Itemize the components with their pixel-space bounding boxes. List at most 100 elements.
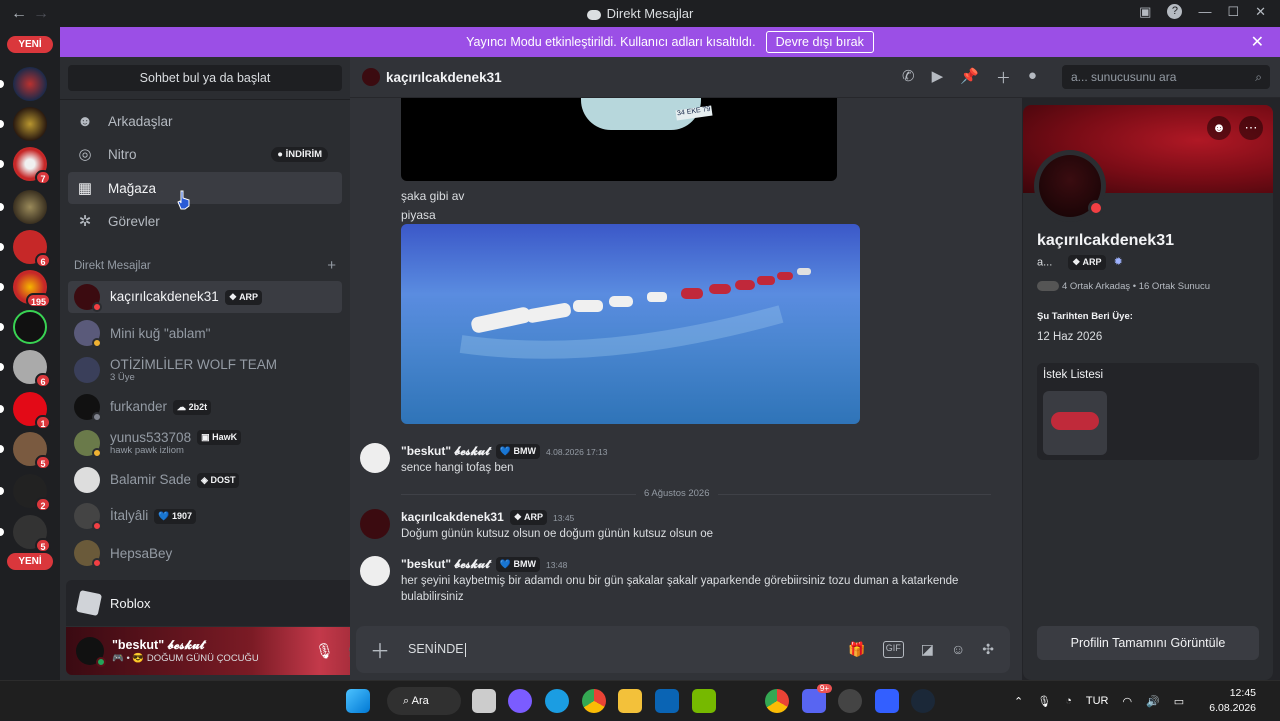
message-author[interactable]: kaçırılcakdenek31 [401,510,504,524]
dm-item[interactable]: İtalyâli 💙 1907 [68,500,342,532]
composer-text[interactable]: SENİNDE [408,642,464,656]
clock[interactable]: 12:45 6.08.2026 [1209,686,1256,716]
sticker-icon[interactable]: ◪ [921,641,934,658]
message-author[interactable]: "beskut" 𝓫𝓮𝓼𝓴𝓾𝓽 [401,557,490,571]
attachment-image[interactable] [401,224,860,424]
chrome-icon[interactable] [582,689,606,713]
start-icon[interactable] [346,689,370,713]
server-icon[interactable]: 5 [0,515,51,553]
date-divider-text: 6 Ağustos 2026 [636,488,718,499]
inbox-icon[interactable]: ▣ [1139,4,1151,20]
server-icon[interactable]: 6 [0,230,51,268]
cars-on-water-picture [459,268,811,359]
server-icon[interactable] [0,67,47,101]
server-icon[interactable]: 1 [0,392,51,430]
server-icon[interactable] [0,310,47,344]
mail-icon[interactable] [655,689,679,713]
dm-item[interactable]: yunus533708 ▣ HawK hawk pawk izliom [68,427,342,459]
activity-name: Roblox [110,595,151,611]
guild-tag: ☁ 2b2t [173,399,212,415]
close-window-icon[interactable]: ✕ [1255,4,1266,20]
wishlist-item[interactable] [1043,391,1107,455]
microphone-icon[interactable]: 🎙 [315,642,334,660]
dm-item[interactable]: HepsaBey [68,537,342,569]
server-icon[interactable]: 195 [0,270,51,308]
server-icon[interactable] [0,107,47,141]
edge-icon[interactable] [545,689,569,713]
nvidia-icon[interactable] [692,689,716,713]
header-avatar [362,68,380,86]
add-friends-to-dm-icon[interactable]: ＋ [996,67,1011,88]
steam-icon[interactable] [911,689,935,713]
dm-item[interactable]: furkander ☁ 2b2t [68,391,342,423]
task-view-icon[interactable] [472,689,496,713]
dm-item[interactable]: Mini kuğ "ablam" [68,317,342,349]
nav-friends[interactable]: ☻ Arkadaşlar [68,105,342,137]
emoji-icon[interactable]: ☺ [951,641,965,658]
user-avatar[interactable] [76,637,106,667]
dm-name: İtalyâli [110,508,149,524]
dm-name: yunus533708 [110,429,192,445]
mic-tray-icon[interactable]: 🎙 [1037,695,1051,708]
roblox-taskbar-icon[interactable] [875,689,899,713]
nav-shop[interactable]: ▦ Mağaza [68,172,342,204]
language-indicator[interactable]: TUR [1086,695,1109,707]
message: kaçırılcakdenek31 ❖ ARP 13:45 Doğum günün … [360,509,1010,545]
message-author[interactable]: "beskut" 𝓫𝓮𝓼𝓴𝓾𝓽 [401,444,490,458]
message-composer[interactable]: ＋ SENİNDE 🎁 GIF ◪ ☺ ✣ [356,626,1010,673]
server-icon[interactable] [0,190,47,224]
add-friend-icon[interactable]: ☻ [1207,116,1231,140]
chevron-up-icon[interactable]: ⌃ [1014,695,1023,708]
guild-tag-text: 2b2t [188,401,208,412]
discord-badge: 9+ [816,684,832,693]
search-input[interactable]: a... sunucusunu ara ⌕ [1062,65,1270,89]
close-banner-icon[interactable]: ✕ [1251,32,1264,52]
help-icon[interactable]: ? [1167,4,1183,19]
tray-app-icon[interactable]: ◔ [1065,695,1072,707]
message-avatar[interactable] [360,509,390,539]
video-call-icon[interactable]: ▶ [932,67,944,88]
dm-item[interactable]: OTİZİMLİLER WOLF TEAM 3 Üye [68,354,342,386]
volume-icon[interactable]: 🔊 [1146,695,1160,708]
header-username[interactable]: kaçırılcakdenek31 [386,70,502,85]
activity-panel[interactable]: Roblox ⎚ [66,580,398,626]
server-icon[interactable]: 5 [0,432,51,470]
message-avatar[interactable] [360,443,390,473]
nav-quests[interactable]: ✲ Görevler [68,205,342,237]
gif-icon[interactable]: GIF [882,641,904,658]
taskbar-search[interactable]: ⌕ Ara [387,687,461,715]
message-avatar[interactable] [360,556,390,586]
guild-tag: ❖ ARP [1068,255,1106,270]
attachment-image[interactable]: 34 EKE 79 [401,98,837,181]
nav-label: Nitro [108,146,137,162]
chrome-profile-icon[interactable] [765,689,789,713]
view-full-profile-button[interactable]: Profilin Tamamını Görüntüle [1037,626,1259,660]
minimize-icon[interactable]: — [1198,4,1211,20]
maximize-icon[interactable]: ☐ [1227,4,1239,20]
server-icon[interactable]: 2 [0,474,51,512]
dm-item[interactable]: Balamir Sade ◈ DOST [68,464,342,496]
apps-icon[interactable]: ✣ [982,641,994,658]
disable-streamer-mode-button[interactable]: Devre dışı bırak [765,31,874,53]
upload-plus-icon[interactable]: ＋ [370,635,390,664]
voice-call-icon[interactable]: ✆ [902,67,915,88]
find-conversation-button[interactable]: Sohbet bul ya da başlat [68,65,342,91]
create-dm-icon[interactable]: + [327,257,336,274]
profile-avatar[interactable] [1034,150,1106,222]
guild-tag-text: BMW [513,446,537,457]
mutuals[interactable]: 4 Ortak Arkadaş • 16 Ortak Sunucu [1037,281,1210,292]
battery-icon[interactable]: ▭ [1174,695,1184,708]
user-profile-icon[interactable]: ● [1028,67,1037,88]
server-icon[interactable]: 7 [0,147,51,185]
pinned-messages-icon[interactable]: 📌 [960,67,979,88]
copilot-icon[interactable] [508,689,532,713]
more-options-icon[interactable]: ⋯ [1239,116,1263,140]
nav-nitro[interactable]: ◎ Nitro ● İNDİRİM [68,138,342,170]
file-explorer-icon[interactable] [618,689,642,713]
gift-icon[interactable]: 🎁 [848,641,865,658]
wifi-icon[interactable]: ◠ [1122,695,1132,708]
server-icon[interactable]: 6 [0,350,51,388]
dm-item[interactable]: kaçırılcakdenek31 ❖ ARP [68,281,342,313]
discord-icon[interactable]: 9+ [802,684,832,713]
app-icon[interactable] [838,689,862,713]
